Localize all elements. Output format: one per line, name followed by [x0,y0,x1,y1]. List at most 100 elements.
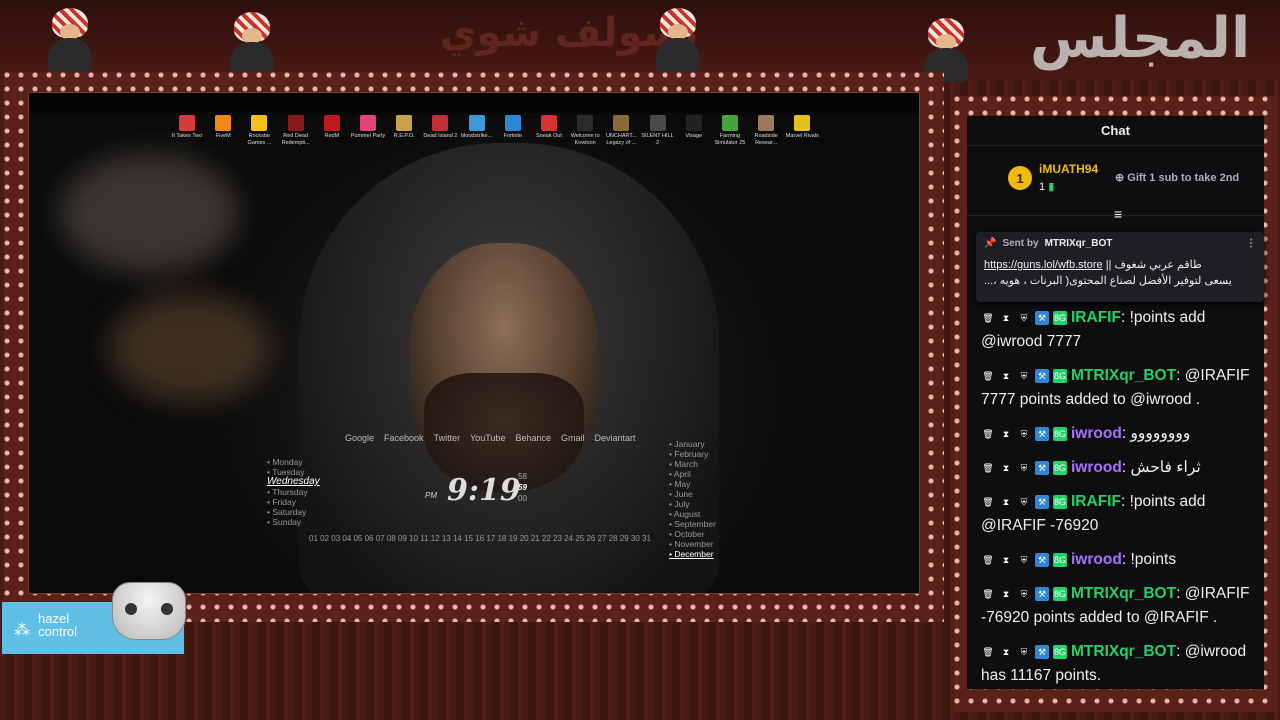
timeout-icon[interactable]: ⧗ [999,552,1013,567]
desktop-icon[interactable]: R.E.P.O. [386,115,422,147]
trash-icon[interactable]: 🗑 [981,310,995,325]
trash-icon[interactable]: 🗑 [981,368,995,383]
desktop-icon[interactable]: Pummel Party [350,115,386,147]
moderator-icon[interactable]: ⚒ [1035,494,1049,509]
desktop-icon[interactable]: Roadside Resear... [748,115,784,147]
gamepad-icon [112,582,186,640]
trash-icon[interactable]: 🗑 [981,460,995,475]
sub-badge-icon[interactable]: 8G [1053,460,1067,475]
moderator-icon[interactable]: ⚒ [1035,310,1049,325]
shield-icon[interactable]: ⛨ [1017,586,1031,601]
shield-icon[interactable]: ⛨ [1017,494,1031,509]
app-icon [251,115,268,131]
sub-badge-icon[interactable]: 8G [1053,368,1067,383]
pinned-message[interactable]: 📌 Sent by MTRIXqr_BOT ⋮ طاقم عربي شغوف |… [976,232,1264,302]
gift-sub-button[interactable]: ⊕ Gift 1 sub to take 2nd [1115,171,1239,184]
chat-username[interactable]: iwrood [1071,425,1122,442]
day-item-selected: Wednesday [267,476,320,487]
chat-username[interactable]: MTRIXqr_BOT [1071,367,1176,384]
chat-username[interactable]: IRAFIF [1071,493,1121,510]
day-item: • Thursday [267,487,308,497]
chat-text: !points [1130,551,1177,568]
desktop-icon[interactable]: UNCHART... Legacy of ... [603,115,639,147]
shield-icon[interactable]: ⛨ [1017,426,1031,441]
sub-badge-icon[interactable]: 8G [1053,494,1067,509]
link-twitter[interactable]: Twitter [434,433,461,443]
smoke [59,153,239,273]
sub-badge-icon[interactable]: 8G [1053,644,1067,659]
pin-icon: 📌 [984,238,997,249]
link-facebook[interactable]: Facebook [384,433,424,443]
moderator-icon[interactable]: ⚒ [1035,586,1049,601]
trash-icon[interactable]: 🗑 [981,494,995,509]
desktop-icon[interactable]: Fortnite [495,115,531,147]
shield-icon[interactable]: ⛨ [1017,310,1031,325]
timeout-icon[interactable]: ⧗ [999,460,1013,475]
timeout-icon[interactable]: ⧗ [999,310,1013,325]
desktop-icon[interactable]: Red Dead Redempti... [278,115,314,147]
link-google[interactable]: Google [345,433,374,443]
desktop-icon[interactable]: Rockstar Games ... [241,115,277,147]
link-youtube[interactable]: YouTube [470,433,505,443]
desktop-icon-label: Marvel Rivals [785,133,819,139]
trash-icon[interactable]: 🗑 [981,586,995,601]
chat-username[interactable]: MTRIXqr_BOT [1071,643,1176,660]
chat-message: 🗑 ⧗ ⛨ ⚒ 8G iwrood: !points [981,548,1261,572]
moderator-icon[interactable]: ⚒ [1035,644,1049,659]
desktop-icons: It Takes Two FiveM Rockstar Games ... Red D… [169,115,820,147]
desktop-icon[interactable]: Dead Island 2 [422,115,458,147]
desktop-icon[interactable]: FiveM [205,115,241,147]
chat-username[interactable]: iwrood [1071,551,1122,568]
moderator-icon[interactable]: ⚒ [1035,552,1049,567]
chat-badges: 🗑 ⧗ ⛨ ⚒ 8G [981,644,1067,659]
timeout-icon[interactable]: ⧗ [999,644,1013,659]
desktop-icon-label: SILENT HILL 2 [641,133,674,146]
hazel-line2: control [38,624,78,639]
trash-icon[interactable]: 🗑 [981,552,995,567]
sub-badge-icon[interactable]: 8G [1053,586,1067,601]
pinned-line1-text: طاقم عربي شغوف || [1105,259,1202,271]
desktop-icon[interactable]: It Takes Two [169,115,205,147]
desktop-icon[interactable]: Marvel Rivals [784,115,820,147]
pinned-bot-name[interactable]: MTRIXqr_BOT [1045,238,1113,249]
moderator-icon[interactable]: ⚒ [1035,426,1049,441]
pinned-link[interactable]: https://guns.lol/wfb.store [984,259,1103,271]
month-item: • January [669,439,705,449]
link-deviantart[interactable]: Deviantart [595,433,636,443]
desktop-icon[interactable]: RedM [314,115,350,147]
leader-name[interactable]: iMUATH94 [1039,162,1098,176]
chat-username[interactable]: iwrood [1071,459,1122,476]
sub-badge-icon[interactable]: 8G [1053,426,1067,441]
moderator-icon[interactable]: ⚒ [1035,368,1049,383]
desktop-icon[interactable]: Sneak Out [531,115,567,147]
shield-icon[interactable]: ⛨ [1017,460,1031,475]
link-gmail[interactable]: Gmail [561,433,585,443]
desktop-icon[interactable]: SILENT HILL 2 [639,115,675,147]
link-behance[interactable]: Behance [515,433,551,443]
timeout-icon[interactable]: ⧗ [999,426,1013,441]
moderator-icon[interactable]: ⚒ [1035,460,1049,475]
sub-badge-icon[interactable]: 8G [1053,310,1067,325]
shield-icon[interactable]: ⛨ [1017,644,1031,659]
desktop-icon[interactable]: Farming Simulator 25 [712,115,748,147]
app-icon [432,115,449,131]
shield-icon[interactable]: ⛨ [1017,552,1031,567]
timeout-icon[interactable]: ⧗ [999,494,1013,509]
desktop-icon-label: Red Dead Redempti... [281,133,310,146]
trash-icon[interactable]: 🗑 [981,426,995,441]
timeout-icon[interactable]: ⧗ [999,586,1013,601]
app-icon [396,115,413,131]
unpin-icon[interactable]: ⋮ [1246,238,1256,249]
sub-badge-icon[interactable]: 8G [1053,552,1067,567]
timeout-icon[interactable]: ⧗ [999,368,1013,383]
chat-username[interactable]: MTRIXqr_BOT [1071,585,1176,602]
day-item: • Friday [267,497,296,507]
desktop-icon[interactable]: bloodstrike... [459,115,495,147]
shield-icon[interactable]: ⛨ [1017,368,1031,383]
desktop-icon[interactable]: Welcome to Kowloon [567,115,603,147]
desktop-icon[interactable]: Visage [676,115,712,147]
desktop-icon-label: Welcome to Kowloon [570,133,600,146]
collapse-icon[interactable]: ≡ [1114,206,1122,222]
trash-icon[interactable]: 🗑 [981,644,995,659]
chat-username[interactable]: IRAFIF [1071,309,1121,326]
